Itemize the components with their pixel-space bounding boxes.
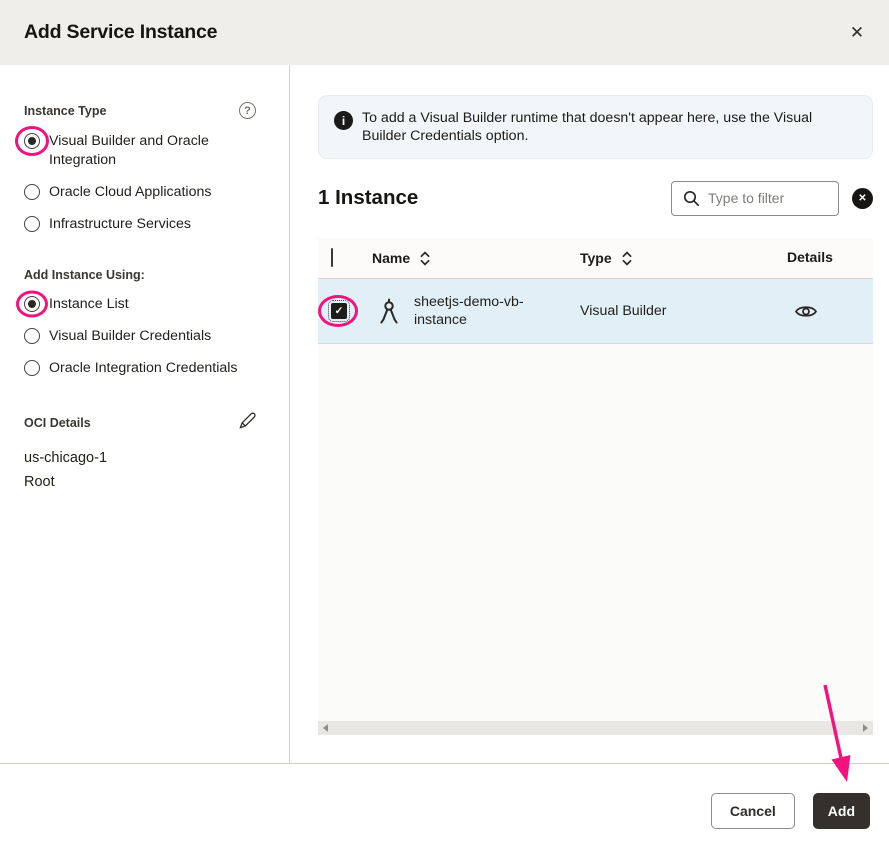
radio-option-infrastructure-services[interactable]: Infrastructure Services	[24, 215, 246, 234]
radio-label: Oracle Integration Credentials	[49, 359, 237, 378]
oci-compartment-value: Root	[24, 470, 261, 494]
radio-option-instance-list[interactable]: Instance List	[24, 295, 246, 314]
help-icon[interactable]: ?	[239, 102, 256, 119]
instance-count-heading: 1 Instance	[318, 186, 418, 210]
dialog-header: Add Service Instance ✕	[0, 0, 889, 65]
table-header-row: Name Type Details	[318, 238, 873, 279]
column-header-details: Details	[787, 249, 833, 265]
radio-option-oracle-cloud-applications[interactable]: Oracle Cloud Applications	[24, 183, 246, 202]
cancel-button[interactable]: Cancel	[711, 793, 795, 829]
oci-details-label: OCI Details	[24, 416, 91, 430]
filter-input[interactable]	[708, 190, 818, 206]
radio-label: Infrastructure Services	[49, 215, 191, 234]
select-all-checkbox-indeterminate[interactable]	[331, 248, 333, 267]
instance-type-label: Instance Type	[24, 104, 106, 118]
info-banner: i To add a Visual Builder runtime that d…	[318, 95, 873, 159]
annotation-circle	[16, 291, 48, 318]
instance-table: Name Type Details	[318, 238, 873, 735]
radio-selected-icon[interactable]	[24, 133, 40, 149]
oci-region-value: us-chicago-1	[24, 446, 261, 470]
radio-icon[interactable]	[24, 184, 40, 200]
filter-box[interactable]	[671, 181, 839, 216]
dialog-title: Add Service Instance	[24, 21, 217, 44]
search-icon	[683, 190, 700, 207]
info-banner-text: To add a Visual Builder runtime that doe…	[362, 109, 857, 145]
radio-label: Instance List	[49, 295, 129, 314]
radio-option-visual-builder-and-oracle-integration[interactable]: Visual Builder and Oracle Integration	[24, 132, 246, 170]
dialog-footer: Cancel Add	[0, 763, 889, 845]
radio-icon[interactable]	[24, 360, 40, 376]
main-panel: i To add a Visual Builder runtime that d…	[290, 65, 889, 763]
add-service-instance-dialog: Add Service Instance ✕ Instance Type ? V…	[0, 0, 889, 845]
radio-selected-icon[interactable]	[24, 296, 40, 312]
row-checkbox-checked[interactable]: ✓	[331, 303, 347, 319]
radio-icon[interactable]	[24, 328, 40, 344]
radio-label: Oracle Cloud Applications	[49, 183, 211, 202]
sort-icon[interactable]	[622, 251, 632, 266]
column-header-name[interactable]: Name	[372, 250, 580, 266]
add-instance-using-label: Add Instance Using:	[24, 268, 145, 282]
instance-name: sheetjs-demo-vb-instance	[414, 293, 544, 329]
horizontal-scrollbar[interactable]	[318, 721, 873, 735]
clear-filter-icon[interactable]: ✕	[852, 188, 873, 209]
sidebar: Instance Type ? Visual Builder and Oracl…	[0, 65, 290, 763]
edit-pencil-icon[interactable]	[238, 412, 256, 433]
sort-icon[interactable]	[420, 251, 430, 266]
annotation-circle	[15, 126, 49, 156]
info-icon: i	[334, 111, 353, 130]
details-eye-icon[interactable]	[795, 303, 817, 320]
table-empty-area	[318, 344, 873, 721]
instance-type-value: Visual Builder	[580, 303, 667, 319]
radio-icon[interactable]	[24, 216, 40, 232]
radio-option-oracle-integration-credentials[interactable]: Oracle Integration Credentials	[24, 359, 246, 378]
scroll-left-icon[interactable]	[323, 724, 328, 732]
close-icon[interactable]: ✕	[842, 18, 872, 48]
visual-builder-compass-icon	[378, 298, 400, 325]
table-row[interactable]: ✓ sheetjs-demo-vb-insta	[318, 279, 873, 344]
add-button[interactable]: Add	[813, 793, 870, 829]
radio-option-visual-builder-credentials[interactable]: Visual Builder Credentials	[24, 327, 246, 346]
column-header-type[interactable]: Type	[580, 250, 787, 266]
radio-label: Visual Builder Credentials	[49, 327, 211, 346]
radio-label: Visual Builder and Oracle Integration	[49, 132, 246, 170]
scroll-right-icon[interactable]	[863, 724, 868, 732]
